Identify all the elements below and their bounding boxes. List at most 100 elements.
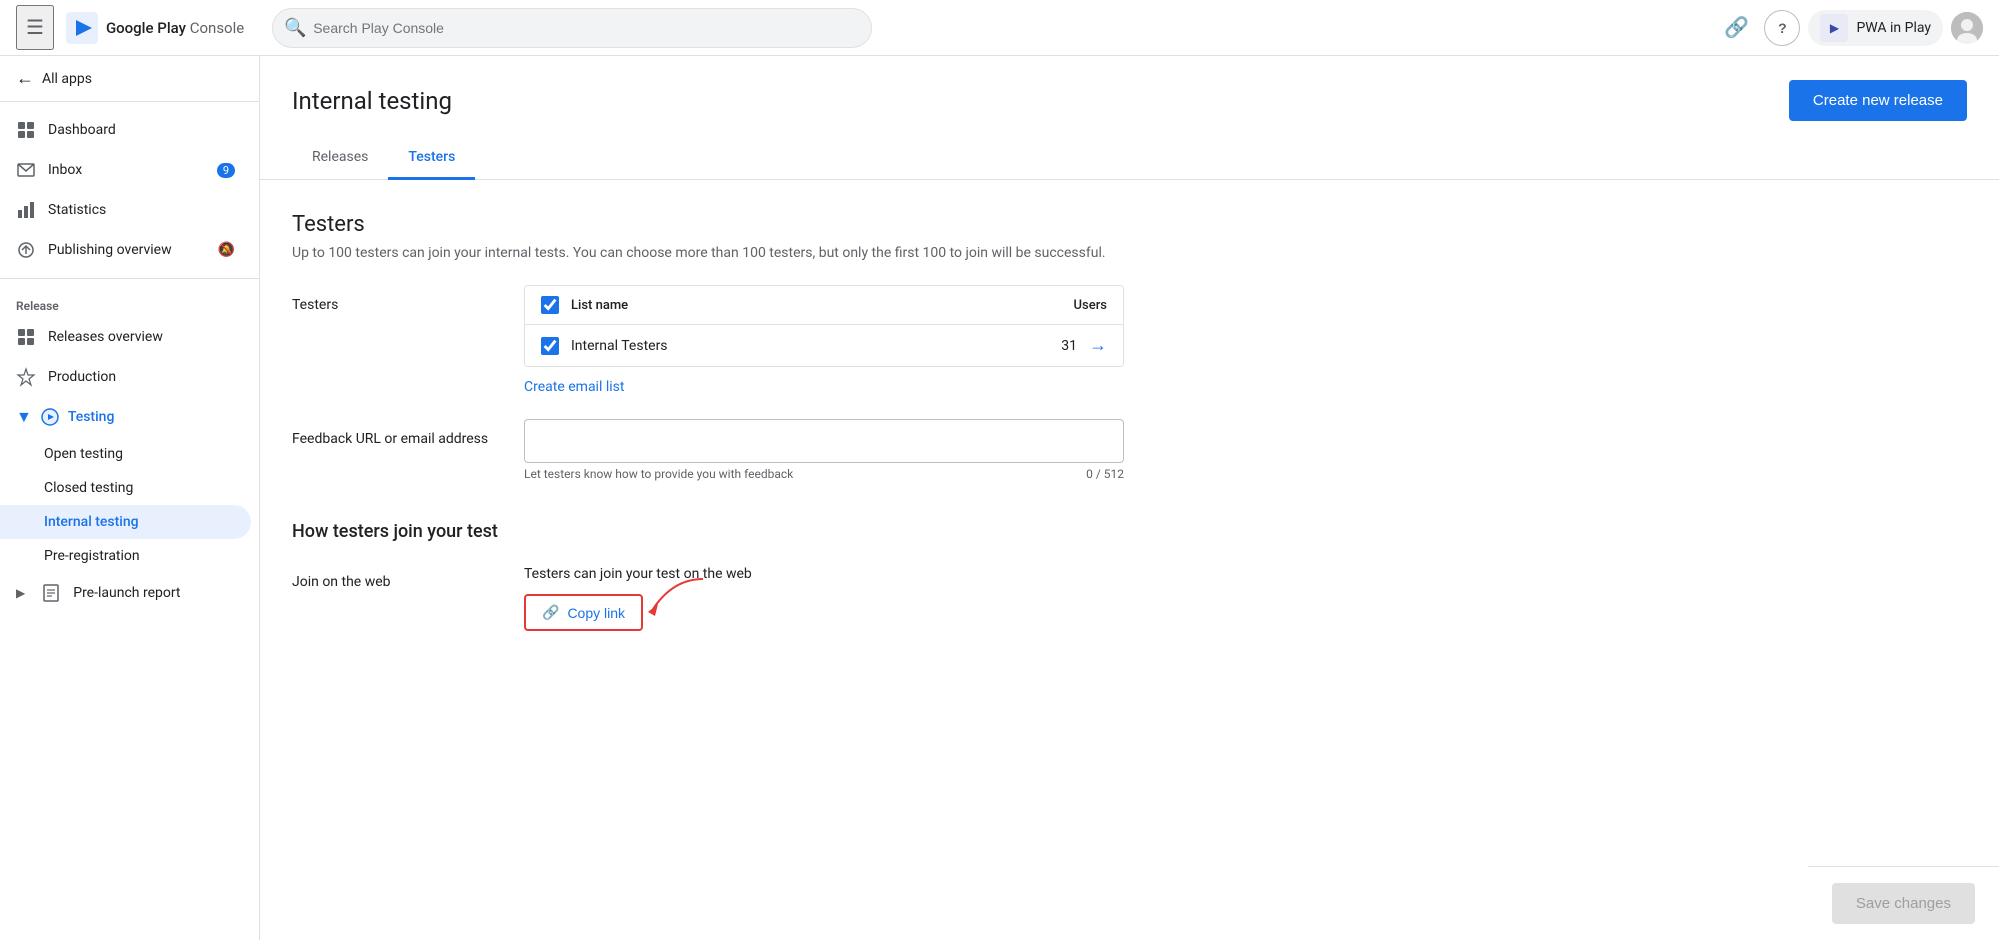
topbar: ☰ Google Play Console 🔍 🔗 ? ▶ PWA in Pla… xyxy=(0,0,1999,56)
tester-user-count: 31 xyxy=(997,338,1077,354)
join-on-web-row: Join on the web Testers can join your te… xyxy=(292,566,1967,631)
testing-arrow-icon: ▼ xyxy=(16,407,32,427)
sidebar-item-statistics[interactable]: Statistics xyxy=(0,190,251,230)
dashboard-icon xyxy=(16,120,36,140)
testers-table-header: List name Users xyxy=(525,286,1123,325)
open-testing-label: Open testing xyxy=(44,446,123,462)
sidebar-item-closed-testing[interactable]: Closed testing xyxy=(0,471,251,505)
annotation-arrow xyxy=(633,574,713,624)
feedback-field-content: Let testers know how to provide you with… xyxy=(524,419,1967,481)
sidebar-item-testing[interactable]: ▼ Testing xyxy=(0,397,251,437)
testers-field-content: List name Users Internal Testers 31 → Cr… xyxy=(524,285,1967,395)
logo-text: Google Play Console xyxy=(106,19,244,37)
tabs-bar: Releases Testers xyxy=(260,137,1999,180)
testers-label: Testers xyxy=(292,285,492,313)
sidebar-item-pre-registration[interactable]: Pre-registration xyxy=(0,539,251,573)
topbar-right: 🔗 ? ▶ PWA in Play xyxy=(1716,8,1983,48)
feedback-url-input[interactable] xyxy=(524,419,1124,463)
copy-link-label: Copy link xyxy=(567,605,625,621)
main-layout: ← All apps Dashboard Inbox 9 xyxy=(0,56,1999,940)
link-icon-button[interactable]: 🔗 xyxy=(1716,8,1756,48)
copy-link-wrap: 🔗 Copy link xyxy=(524,594,643,631)
testing-icon xyxy=(40,407,60,427)
sidebar-item-releases-overview[interactable]: Releases overview xyxy=(0,317,251,357)
join-on-web-desc: Testers can join your test on the web xyxy=(524,566,1967,582)
sidebar-item-production[interactable]: Production xyxy=(0,357,251,397)
arrow-annotation xyxy=(633,574,713,628)
feedback-label: Feedback URL or email address xyxy=(292,419,492,447)
releases-overview-label: Releases overview xyxy=(48,329,163,345)
sidebar: ← All apps Dashboard Inbox 9 xyxy=(0,56,260,940)
logo: Google Play Console xyxy=(66,12,244,44)
testers-row-checkbox[interactable] xyxy=(541,337,559,355)
page-title: Internal testing xyxy=(292,87,452,115)
content-body: Testers Up to 100 testers can join your … xyxy=(260,180,1999,687)
publishing-overview-label: Publishing overview xyxy=(48,242,172,258)
app-icon: ▶ xyxy=(1820,14,1848,42)
publishing-icon xyxy=(16,240,36,260)
search-input[interactable] xyxy=(272,8,872,48)
production-icon xyxy=(16,367,36,387)
create-email-list-link[interactable]: Create email list xyxy=(524,379,624,395)
testers-description: Up to 100 testers can join your internal… xyxy=(292,245,1967,261)
inbox-label: Inbox xyxy=(48,162,82,178)
closed-testing-label: Closed testing xyxy=(44,480,133,496)
page-header: Internal testing Create new release xyxy=(260,56,1999,121)
dashboard-label: Dashboard xyxy=(48,122,116,138)
join-on-web-label: Join on the web xyxy=(292,566,492,590)
testers-field-row: Testers List name Users Internal Testers… xyxy=(292,285,1967,395)
inbox-icon xyxy=(16,160,36,180)
sidebar-item-publishing-overview[interactable]: Publishing overview 🔕 xyxy=(0,230,251,270)
testers-table: List name Users Internal Testers 31 → xyxy=(524,285,1124,367)
sidebar-item-dashboard[interactable]: Dashboard xyxy=(0,110,251,150)
app-name: PWA in Play xyxy=(1856,20,1931,36)
join-on-web-content: Testers can join your test on the web 🔗 … xyxy=(524,566,1967,631)
content-area: Internal testing Create new release Rele… xyxy=(260,56,1999,940)
pre-launch-icon xyxy=(41,583,61,603)
sidebar-item-open-testing[interactable]: Open testing xyxy=(0,437,251,471)
avatar-icon xyxy=(1951,12,1983,44)
sidebar-item-pre-launch[interactable]: ▶ Pre-launch report xyxy=(0,573,251,613)
tester-row-arrow-icon[interactable]: → xyxy=(1089,335,1107,356)
app-info[interactable]: ▶ PWA in Play xyxy=(1808,10,1943,46)
search-icon: 🔍 xyxy=(284,17,306,38)
tab-testers[interactable]: Testers xyxy=(388,137,475,180)
sidebar-item-inbox[interactable]: Inbox 9 xyxy=(0,150,251,190)
pre-launch-expand-icon: ▶ xyxy=(16,586,25,600)
all-apps-button[interactable]: ← All apps xyxy=(0,56,259,102)
inbox-badge: 9 xyxy=(217,163,235,178)
search-bar: 🔍 xyxy=(272,8,872,48)
help-icon-button[interactable]: ? xyxy=(1764,10,1800,46)
tester-list-name: Internal Testers xyxy=(571,338,997,354)
pre-launch-label: Pre-launch report xyxy=(73,585,180,601)
save-bar: Save changes xyxy=(1808,866,1999,940)
join-section-title: How testers join your test xyxy=(292,521,1967,542)
internal-testing-label: Internal testing xyxy=(44,514,139,530)
table-row: Internal Testers 31 → xyxy=(525,325,1123,366)
release-section: Release Releases overview Production ▼ T… xyxy=(0,287,259,613)
col-users: Users xyxy=(1007,298,1107,313)
testers-section-title: Testers xyxy=(292,212,1967,237)
main-nav: Dashboard Inbox 9 Statistics Publishing xyxy=(0,110,259,270)
copy-link-icon: 🔗 xyxy=(542,604,559,621)
create-release-button[interactable]: Create new release xyxy=(1789,80,1967,121)
production-label: Production xyxy=(48,369,116,385)
feedback-hint-row: Let testers know how to provide you with… xyxy=(524,467,1124,481)
menu-icon[interactable]: ☰ xyxy=(16,5,54,50)
avatar[interactable] xyxy=(1951,12,1983,44)
pre-registration-label: Pre-registration xyxy=(44,548,140,564)
release-section-label: Release xyxy=(0,287,259,317)
notification-off-icon: 🔕 xyxy=(218,242,235,258)
tab-releases[interactable]: Releases xyxy=(292,137,388,180)
play-logo-icon xyxy=(66,12,98,44)
statistics-icon xyxy=(16,200,36,220)
sidebar-item-internal-testing[interactable]: Internal testing xyxy=(0,505,251,539)
feedback-hint-text: Let testers know how to provide you with… xyxy=(524,467,793,481)
copy-link-button[interactable]: 🔗 Copy link xyxy=(524,594,643,631)
save-changes-button[interactable]: Save changes xyxy=(1832,883,1975,924)
releases-overview-icon xyxy=(16,327,36,347)
col-list-name: List name xyxy=(571,298,1007,313)
all-apps-label: All apps xyxy=(42,71,92,87)
back-icon: ← xyxy=(16,68,34,89)
testers-header-checkbox[interactable] xyxy=(541,296,559,314)
